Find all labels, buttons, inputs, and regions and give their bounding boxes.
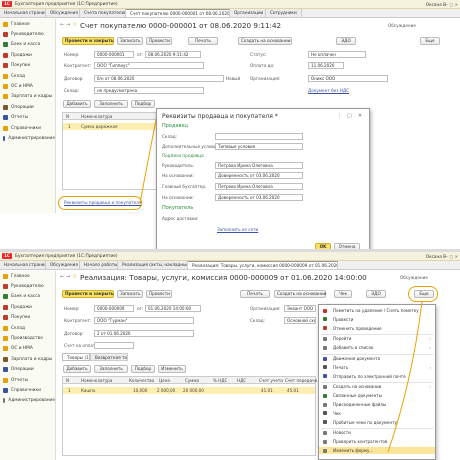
dlg-warehouse-field[interactable] bbox=[215, 133, 303, 140]
signatures-section: Подписи продавца bbox=[162, 153, 204, 158]
callout-arrow bbox=[387, 301, 423, 453]
dialog-close-icon[interactable]: ✕ bbox=[358, 113, 362, 119]
chief-accountant-label: Главный бухгалтер: bbox=[162, 184, 207, 189]
dialog-title: Реквизиты продавца и покупателя * bbox=[162, 113, 278, 120]
basis2-field[interactable]: Доверенность от 03.06.2020 bbox=[215, 194, 303, 201]
bottom-window: 1С Бухгалтерия предприятия (1С:Предприят… bbox=[0, 252, 460, 460]
top-window: 1С Бухгалтерия предприятия (1С:Предприят… bbox=[0, 0, 460, 255]
basis2-label: На основании: bbox=[162, 195, 194, 200]
basis-field[interactable]: Доверенность от 03.06.2020 bbox=[215, 172, 303, 179]
head-field[interactable]: Петрова Ирина Олеговна bbox=[215, 162, 303, 169]
buyer-section: Покупатель bbox=[162, 205, 194, 211]
dialog-menu-icon[interactable]: ⋮ bbox=[337, 113, 342, 119]
fill-from-network-link[interactable]: Заполнить из сети bbox=[217, 227, 258, 232]
requisites-dialog: Реквизиты продавца и покупателя * ⋮ ▢ ✕ … bbox=[156, 108, 370, 255]
head-label: Руководитель: bbox=[162, 163, 195, 168]
delivery-address-label: Адрес доставки: bbox=[162, 216, 199, 221]
dlg-warehouse-label: Склад: bbox=[162, 134, 178, 139]
seller-section: Продавец bbox=[162, 123, 188, 129]
basis-label: На основании: bbox=[162, 173, 194, 178]
chief-accountant-field[interactable]: Петрова Ирина Олеговна bbox=[215, 183, 303, 190]
dialog-maximize-icon[interactable]: ▢ bbox=[347, 113, 352, 119]
conditions-field[interactable]: Типовые условия bbox=[215, 143, 303, 150]
conditions-label: Дополнительные условия: bbox=[162, 144, 221, 149]
delivery-address-field[interactable] bbox=[215, 215, 303, 222]
